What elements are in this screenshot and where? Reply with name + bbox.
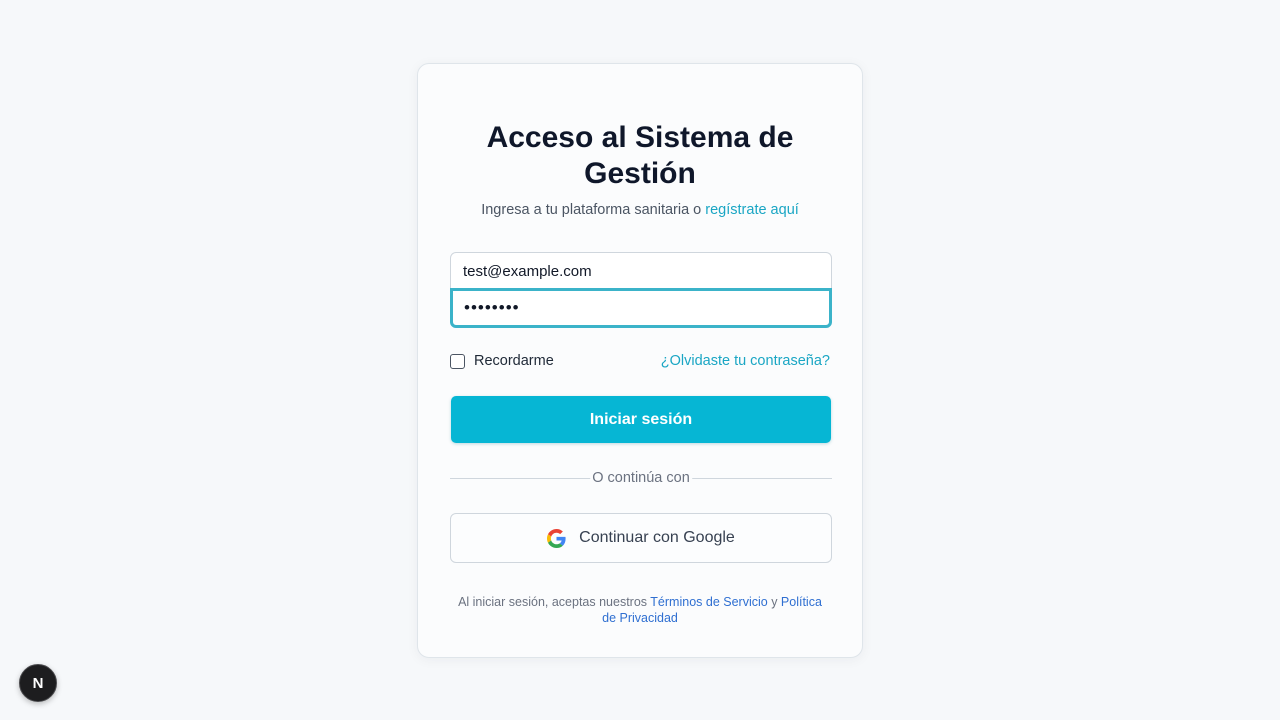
nextjs-dev-badge[interactable]: N — [19, 664, 57, 702]
divider-text: O continúa con — [590, 469, 692, 487]
google-button-label: Continuar con Google — [579, 529, 735, 546]
terms-link[interactable]: Términos de Servicio — [650, 595, 767, 609]
legal-text: Al iniciar sesión, aceptas nuestros — [458, 595, 648, 609]
nextjs-letter: N — [33, 675, 44, 692]
page-title: Acceso al Sistema de Gestión — [486, 121, 794, 190]
sign-in-button[interactable]: Iniciar sesión — [451, 396, 831, 443]
subtitle-text: Ingresa a tu plataforma sanitaria o — [481, 202, 702, 218]
password-input[interactable] — [450, 288, 832, 328]
google-icon — [547, 528, 566, 548]
register-link[interactable]: regístrate aquí — [705, 202, 799, 218]
legal-notice: Al iniciar sesión, aceptas nuestros Térm… — [450, 594, 830, 626]
remember-checkbox[interactable] — [450, 353, 465, 369]
remember-me[interactable]: Recordarme — [450, 352, 554, 370]
nextjs-logo-icon: N — [33, 675, 44, 692]
email-input[interactable] — [450, 252, 832, 289]
forgot-password-link[interactable]: ¿Olvidaste tu contraseña? — [661, 352, 830, 370]
login-card: Acceso al Sistema de Gestión Ingresa a t… — [417, 63, 863, 658]
remember-label: Recordarme — [474, 353, 554, 369]
legal-and: y — [771, 595, 778, 609]
google-signin-button[interactable]: Continuar con Google — [450, 513, 832, 563]
subtitle: Ingresa a tu plataforma sanitaria o regí… — [434, 201, 846, 219]
divider: O continúa con — [450, 469, 832, 487]
